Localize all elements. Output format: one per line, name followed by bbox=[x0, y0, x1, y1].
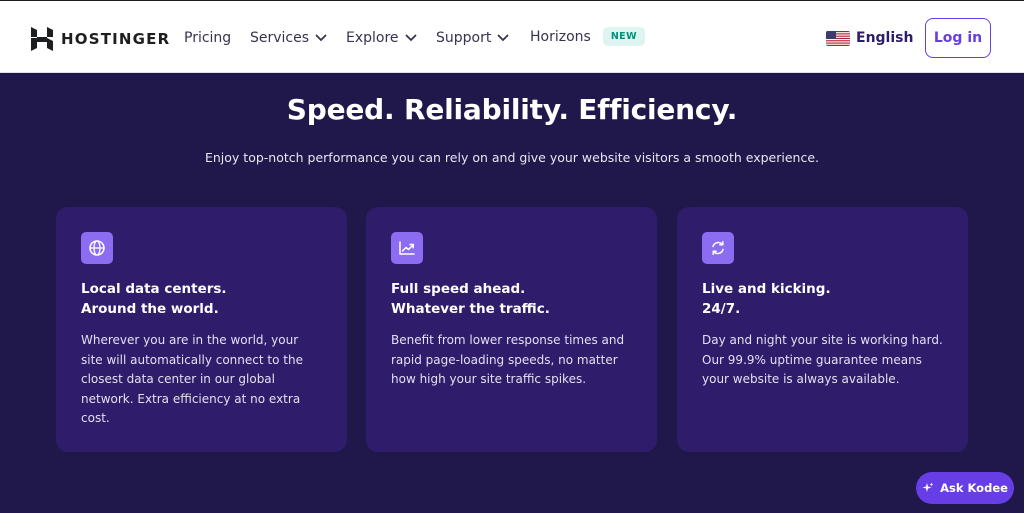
sparkle-icon bbox=[922, 482, 934, 492]
hero-title: Speed. Reliability. Efficiency. bbox=[286, 93, 738, 126]
nav-support[interactable]: Support bbox=[436, 30, 509, 46]
card-title-line2: Whatever the traffic. bbox=[391, 301, 550, 317]
card-title: Local data centers. Around the world. bbox=[81, 279, 322, 319]
nav-services-label: Services bbox=[250, 30, 310, 46]
nav-horizons[interactable]: Horizons NEW bbox=[530, 27, 645, 46]
nav-explore[interactable]: Explore bbox=[346, 30, 417, 46]
card-text: Wherever you are in the world, your site… bbox=[81, 333, 303, 425]
card-title-line1: Full speed ahead. bbox=[391, 281, 526, 297]
nav-pricing-label: Pricing bbox=[184, 30, 232, 46]
hero-subtitle: Enjoy top-notch performance you can rely… bbox=[204, 150, 820, 165]
chevron-down-icon bbox=[315, 34, 327, 42]
chevron-down-icon bbox=[497, 34, 509, 42]
nav-pricing[interactable]: Pricing bbox=[184, 30, 231, 46]
new-badge: NEW bbox=[602, 27, 645, 46]
hostinger-logo-icon bbox=[31, 27, 53, 51]
language-label: English bbox=[856, 30, 914, 46]
nav-support-label: Support bbox=[436, 30, 492, 46]
nav-horizons-label: Horizons bbox=[530, 28, 591, 45]
card-title-line2: Around the world. bbox=[81, 301, 219, 317]
nav-explore-label: Explore bbox=[346, 30, 399, 46]
chevron-down-icon bbox=[405, 34, 416, 42]
login-button[interactable]: Log in bbox=[925, 18, 991, 58]
nav-services[interactable]: Services bbox=[250, 30, 327, 46]
card-title: Live and kicking. 24/7. bbox=[702, 279, 943, 319]
refresh-icon bbox=[702, 232, 734, 264]
card-title-line1: Live and kicking. bbox=[702, 281, 831, 297]
site-header: HOSTINGER Pricing Services Explore Suppo… bbox=[0, 0, 1024, 73]
card-title-line1: Local data centers. bbox=[81, 281, 227, 297]
ask-kodee-button[interactable]: Ask Kodee bbox=[916, 472, 1014, 504]
feature-card-speed: Full speed ahead. Whatever the traffic. … bbox=[366, 207, 657, 452]
card-text: Day and night your site is working hard.… bbox=[702, 333, 943, 386]
card-title: Full speed ahead. Whatever the traffic. bbox=[391, 279, 632, 319]
globe-icon bbox=[81, 232, 113, 264]
feature-card-data-centers: Local data centers. Around the world. Wh… bbox=[56, 207, 347, 452]
trending-up-icon bbox=[391, 232, 423, 264]
card-text: Benefit from lower response times and ra… bbox=[391, 333, 625, 386]
language-selector[interactable]: English bbox=[826, 30, 913, 46]
card-title-line2: 24/7. bbox=[702, 301, 741, 317]
ask-kodee-label: Ask Kodee bbox=[940, 481, 1008, 495]
us-flag-icon bbox=[826, 30, 850, 46]
feature-card-uptime: Live and kicking. 24/7. Day and night yo… bbox=[677, 207, 968, 452]
hostinger-logo[interactable]: HOSTINGER bbox=[31, 27, 170, 51]
logo-text: HOSTINGER bbox=[61, 30, 171, 48]
